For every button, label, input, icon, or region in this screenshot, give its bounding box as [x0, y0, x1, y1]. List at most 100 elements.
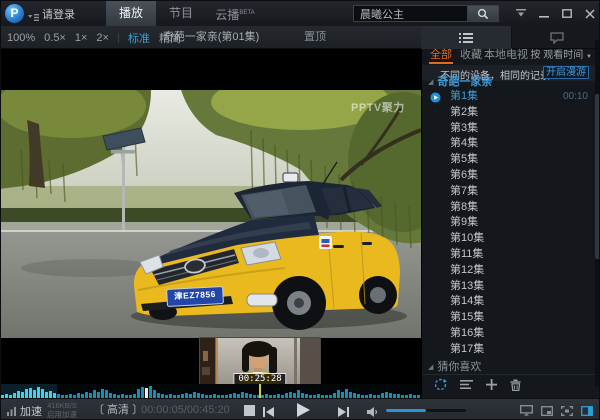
search-button[interactable]	[467, 5, 499, 22]
episode-item[interactable]: 第6集	[422, 168, 596, 184]
tab-playlist-panel[interactable]	[421, 26, 511, 49]
main-menu-icon[interactable]	[28, 9, 39, 27]
episode-item[interactable]: 第1集00:10	[422, 89, 596, 105]
sync-roaming-icon[interactable]	[434, 378, 447, 391]
pptv-player-window: P 请登录 播放 节目 云播BETA 100% 0.5× 1× 2×	[0, 0, 600, 420]
delete-trash-icon[interactable]	[510, 379, 521, 391]
signal-bars-icon	[7, 406, 17, 416]
divider	[118, 33, 119, 43]
progress-bar[interactable]	[1, 384, 421, 398]
episode-label: 第14集	[450, 295, 484, 307]
episode-label: 第12集	[450, 264, 484, 276]
series-header[interactable]: ◢奇葩一家亲	[428, 73, 492, 89]
episode-label: 第3集	[450, 122, 478, 134]
accelerate-button[interactable]: 加速	[20, 403, 42, 419]
search-input[interactable]	[353, 5, 467, 22]
episode-item[interactable]: 第8集	[422, 200, 596, 216]
tab-cloud-play[interactable]: 云播BETA	[206, 1, 264, 26]
beta-badge: BETA	[239, 10, 254, 16]
episode-label: 第7集	[450, 185, 478, 197]
playlist-toggle-icon[interactable]	[581, 406, 593, 416]
enable-roaming-button[interactable]: 开启漫游	[543, 66, 589, 79]
scrollbar-thumb[interactable]	[595, 94, 600, 259]
episode-item[interactable]: 第7集	[422, 184, 596, 200]
tab-favorites[interactable]: 收藏	[460, 49, 482, 62]
tab-tv[interactable]: 电视	[506, 49, 528, 62]
tab-message-panel[interactable]	[511, 26, 600, 49]
video-title: 奇葩一家亲(第01集)	[163, 26, 260, 49]
quality-selector[interactable]: 〔 高清 〕	[93, 399, 143, 420]
maximize-button[interactable]	[560, 8, 574, 19]
episode-item[interactable]: 第9集	[422, 215, 596, 231]
sort-dropdown[interactable]: 按 观看时间 ▼	[530, 49, 592, 64]
login-link[interactable]: 请登录	[42, 6, 75, 22]
zoom-half[interactable]: 0.5×	[44, 32, 66, 44]
episode-item[interactable]: 第14集	[422, 294, 596, 310]
playlist-sidebar: 全部 收藏 本地 电视 按 观看时间 ▼ 不同的设备，相同的记录 开启漫游 ◢奇…	[421, 49, 600, 398]
episode-item[interactable]: 第5集	[422, 152, 596, 168]
add-icon[interactable]	[486, 379, 497, 390]
progress-heatmap	[1, 384, 421, 398]
volume-slider[interactable]	[386, 409, 466, 412]
volume-fill	[386, 409, 426, 412]
episode-label: 第8集	[450, 201, 478, 213]
minimize-button[interactable]	[537, 8, 551, 19]
fullscreen-icon[interactable]	[561, 406, 573, 416]
sidebar-footer-toolbar	[434, 378, 521, 391]
episode-label: 第4集	[450, 137, 478, 149]
playing-icon	[430, 92, 441, 103]
chat-bubble-icon	[550, 32, 564, 44]
manage-list-icon[interactable]	[460, 379, 473, 390]
video-area[interactable]: PPTV聚力 津EZ7856 00:25:28	[1, 49, 421, 398]
speaker-icon	[366, 406, 379, 418]
screen-output-icon[interactable]	[520, 405, 533, 416]
acceleration-status: 416KB/S 启用加速	[47, 402, 77, 419]
tab-play[interactable]: 播放	[106, 1, 156, 26]
zoom-100[interactable]: 100%	[7, 32, 35, 44]
zoom-2x[interactable]: 2×	[96, 32, 109, 44]
skin-menu-icon[interactable]	[514, 8, 528, 19]
episode-item[interactable]: 第3集	[422, 121, 596, 137]
search-icon	[477, 8, 489, 20]
sidebar-scrollbar[interactable]	[595, 40, 600, 386]
episode-label: 第15集	[450, 311, 484, 323]
pptv-logo-icon[interactable]: P	[5, 4, 24, 23]
next-button[interactable]	[337, 405, 350, 420]
episode-item[interactable]: 第12集	[422, 263, 596, 279]
previous-icon	[262, 406, 275, 418]
chevron-down-icon: ▼	[586, 54, 592, 60]
tab-all[interactable]: 全部	[430, 49, 452, 62]
main-nav-tabs: 播放 节目 云播BETA	[106, 1, 264, 26]
episode-item[interactable]: 第17集	[422, 342, 596, 358]
episode-item[interactable]: 第2集	[422, 105, 596, 121]
episode-label: 第6集	[450, 169, 478, 181]
episode-label: 第17集	[450, 343, 484, 355]
episode-time: 00:10	[563, 89, 588, 105]
zoom-1x[interactable]: 1×	[75, 32, 88, 44]
suggest-section-header[interactable]: ◢猜你喜欢	[428, 358, 481, 374]
video-watermark: PPTV聚力	[351, 99, 405, 115]
stop-button[interactable]	[244, 405, 255, 416]
tab-programs[interactable]: 节目	[156, 1, 206, 26]
mini-player-icon[interactable]	[541, 406, 553, 416]
seek-hover-marker	[259, 384, 261, 398]
pin-on-top-button[interactable]: 置顶	[304, 26, 326, 49]
titlebar: P 请登录 播放 节目 云播BETA	[1, 1, 600, 26]
episode-item[interactable]: 第10集	[422, 231, 596, 247]
mode-standard[interactable]: 标准	[128, 30, 150, 46]
episode-item[interactable]: 第13集	[422, 279, 596, 295]
play-icon	[295, 402, 311, 418]
episode-list: 第1集00:10第2集第3集第4集第5集第6集第7集第8集第9集第10集第11集…	[422, 89, 596, 358]
episode-item[interactable]: 第16集	[422, 326, 596, 342]
volume-button[interactable]	[366, 405, 379, 420]
episode-item[interactable]: 第11集	[422, 247, 596, 263]
view-mode-buttons	[520, 405, 593, 416]
tab-local[interactable]: 本地	[484, 49, 506, 62]
episode-label: 第2集	[450, 106, 478, 118]
close-button[interactable]	[583, 8, 597, 19]
episode-item[interactable]: 第15集	[422, 310, 596, 326]
next-icon	[337, 406, 350, 418]
previous-button[interactable]	[262, 405, 275, 420]
episode-item[interactable]: 第4集	[422, 136, 596, 152]
play-button[interactable]	[295, 402, 311, 420]
